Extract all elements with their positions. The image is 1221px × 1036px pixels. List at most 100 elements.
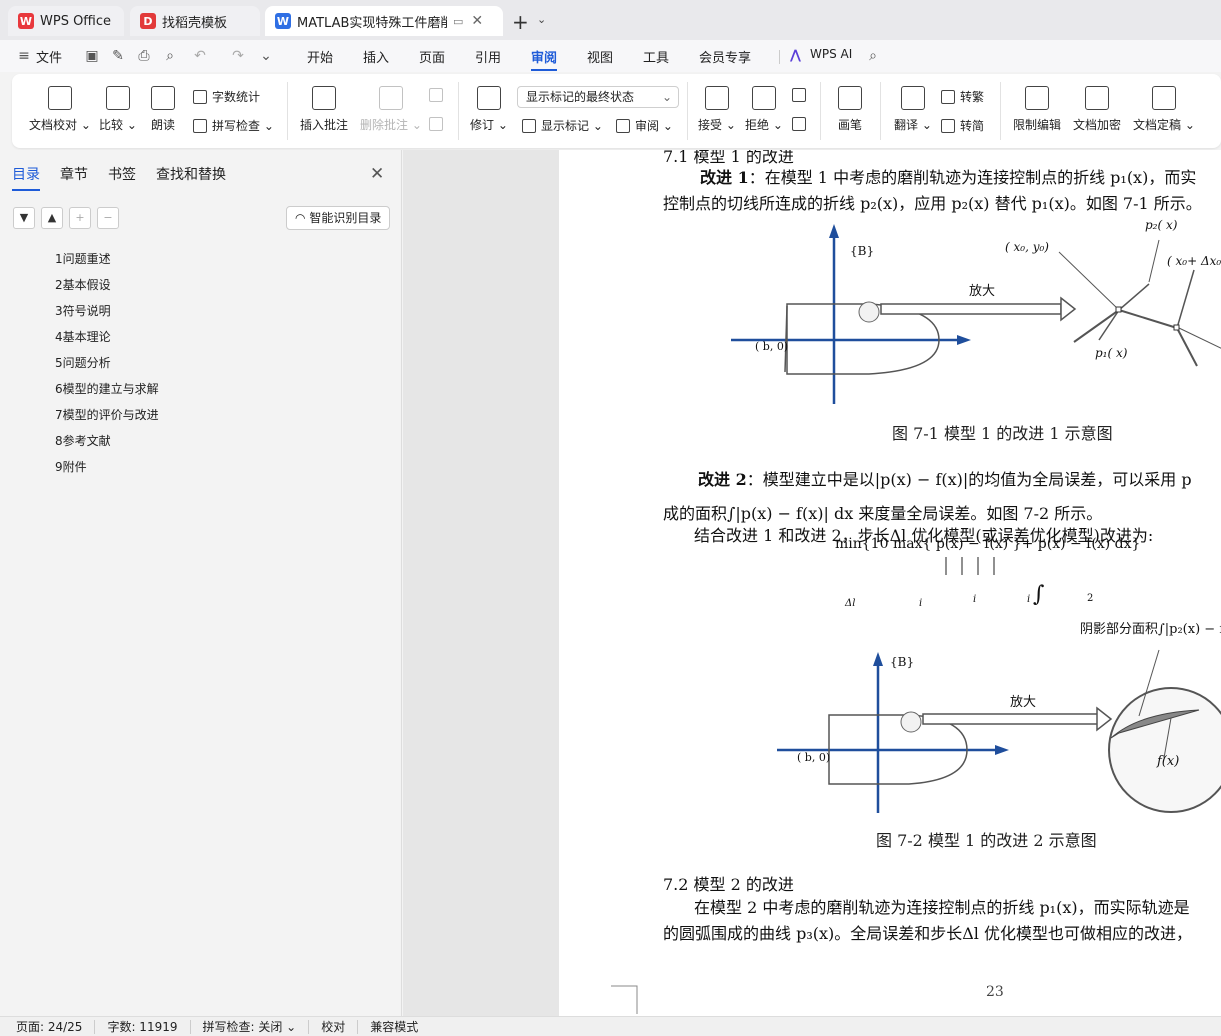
hamburger-icon[interactable]: ≡: [16, 48, 32, 64]
menu-page[interactable]: 页面: [419, 47, 445, 66]
menu-tools[interactable]: 工具: [643, 47, 669, 66]
delete-comment-icon: [378, 86, 403, 110]
next-change-button[interactable]: [792, 117, 811, 131]
previous-change-icon: [792, 88, 806, 102]
tab-wps-office[interactable]: W WPS Office: [8, 6, 124, 36]
to-traditional-button[interactable]: 转繁: [941, 88, 984, 105]
new-tab-button[interactable]: +: [512, 10, 529, 34]
read-aloud-label: 朗读: [151, 118, 176, 132]
show-markup-button[interactable]: 显示标记 ⌄: [522, 117, 603, 134]
status-proofread[interactable]: 校对: [309, 1019, 359, 1034]
read-aloud-button[interactable]: 朗读: [151, 86, 175, 133]
spell-check-button[interactable]: 拼写检查 ⌄: [193, 117, 274, 134]
tab-document[interactable]: W MATLAB实现特殊工件磨削加 ▭ ✕: [265, 6, 503, 36]
translate-icon: [900, 86, 925, 110]
menu-member[interactable]: 会员专享: [699, 47, 751, 66]
pen-button[interactable]: 画笔: [838, 86, 862, 133]
status-spell-check[interactable]: 拼写检查: 关闭 ⌄: [191, 1019, 310, 1034]
figure-label: 放大: [1010, 695, 1037, 710]
word-count-label: 字数统计: [212, 90, 261, 104]
menu-insert[interactable]: 插入: [363, 47, 389, 66]
toc-item[interactable]: 2基本假设: [55, 276, 159, 302]
track-changes-label: 修订: [470, 118, 495, 132]
next-comment-button[interactable]: [429, 117, 448, 131]
undo-icon[interactable]: ↶: [192, 48, 208, 64]
status-compat-mode: 兼容模式: [370, 1019, 419, 1034]
tab-list-chevron-icon[interactable]: ⌄: [537, 13, 546, 26]
format-painter-icon[interactable]: ✎: [110, 48, 126, 64]
toc-item[interactable]: 7模型的评价与改进: [55, 406, 159, 432]
compare-button[interactable]: 比较 ⌄: [99, 86, 137, 133]
previous-comment-button[interactable]: [429, 88, 448, 102]
status-page[interactable]: 页面: 24/25: [0, 1019, 96, 1034]
review-pane-button[interactable]: 审阅 ⌄: [616, 117, 673, 134]
menu-reference[interactable]: 引用: [475, 47, 501, 66]
toc-item[interactable]: 6模型的建立与求解: [55, 380, 159, 406]
close-icon[interactable]: ✕: [471, 13, 483, 29]
tab-find-replace[interactable]: 查找和替换: [156, 164, 226, 191]
page-corner-mark: [611, 985, 638, 1014]
collapse-all-button[interactable]: ▼: [13, 207, 35, 229]
document-canvas[interactable]: 7.1 模型 1 的改进 改进 1：在模型 1 中考虑的磨削轨迹为连接控制点的折…: [403, 150, 1221, 1016]
encrypt-button[interactable]: 文档加密: [1073, 86, 1121, 133]
menu-view[interactable]: 视图: [587, 47, 613, 66]
tab-toc[interactable]: 目录: [12, 164, 40, 191]
previous-change-button[interactable]: [792, 88, 811, 102]
markup-state-select[interactable]: 显示标记的最终状态 ⌄: [517, 86, 679, 108]
tab-bookmarks[interactable]: 书签: [108, 164, 136, 191]
review-pane-icon: [616, 118, 630, 133]
smart-toc-button[interactable]: ◠ 智能识别目录: [286, 206, 391, 230]
to-traditional-label: 转繁: [960, 90, 985, 104]
track-changes-icon: [476, 86, 501, 110]
expand-up-button[interactable]: ▲: [41, 207, 63, 229]
bold-run: 改进 1: [700, 168, 749, 187]
encrypt-label: 文档加密: [1073, 118, 1122, 132]
tab-sections[interactable]: 章节: [60, 164, 88, 191]
search-icon[interactable]: ⌕: [865, 48, 881, 64]
accept-button[interactable]: 接受 ⌄: [698, 86, 736, 133]
toc-item[interactable]: 9附件: [55, 458, 159, 484]
restrict-editing-button[interactable]: 限制编辑: [1013, 86, 1061, 133]
redo-icon[interactable]: ↷: [230, 48, 246, 64]
close-pane-icon[interactable]: ✕: [370, 164, 384, 184]
more-chevron-icon[interactable]: ⌄: [258, 48, 274, 64]
toc-item[interactable]: 4基本理论: [55, 328, 159, 354]
reject-label: 拒绝: [745, 118, 770, 132]
delete-comment-button[interactable]: 删除批注 ⌄: [360, 86, 422, 133]
insert-comment-button[interactable]: 插入批注: [300, 86, 348, 133]
add-heading-button[interactable]: +: [69, 207, 91, 229]
word-count-button[interactable]: 字数统计: [193, 88, 260, 105]
ribbon-separator: [820, 82, 821, 140]
to-simplified-button[interactable]: 转简: [941, 117, 984, 134]
status-spell-label: 拼写检查: 关闭: [202, 1019, 283, 1034]
figure-label: ( b, 0): [797, 751, 831, 764]
toc-item[interactable]: 8参考文献: [55, 432, 159, 458]
print-preview-icon[interactable]: ⌕: [162, 48, 178, 64]
translate-button[interactable]: 翻译 ⌄: [894, 86, 932, 133]
menu-wps-ai[interactable]: WPS AI: [810, 47, 852, 61]
finalize-button[interactable]: 文档定稿 ⌄: [1133, 86, 1195, 133]
toc-item[interactable]: 3符号说明: [55, 302, 159, 328]
tab-label: WPS Office: [40, 13, 112, 29]
menu-file[interactable]: 文件: [36, 47, 62, 66]
figure-label: p₂( x): [1145, 218, 1178, 232]
tab-docer[interactable]: D 找稻壳模板: [130, 6, 260, 36]
track-changes-button[interactable]: 修订 ⌄: [470, 86, 508, 133]
toc-item[interactable]: 1问题重述: [55, 250, 159, 276]
menu-review[interactable]: 审阅: [531, 47, 558, 71]
ribbon-separator: [880, 82, 881, 140]
status-word-count[interactable]: 字数: 11919: [95, 1019, 191, 1034]
page-number: 23: [986, 984, 1004, 1000]
to-traditional-icon: [941, 89, 955, 104]
print-icon[interactable]: ⎙: [136, 48, 152, 64]
formula-subscript: Δl: [845, 598, 856, 609]
reject-button[interactable]: 拒绝 ⌄: [745, 86, 783, 133]
toc-list: 1问题重述 2基本假设 3符号说明 4基本理论 5问题分析 6模型的建立与求解 …: [55, 250, 159, 484]
document-page[interactable]: 7.1 模型 1 的改进 改进 1：在模型 1 中考虑的磨削轨迹为连接控制点的折…: [559, 150, 1221, 1016]
toc-item[interactable]: 5问题分析: [55, 354, 159, 380]
save-icon[interactable]: ▣: [84, 48, 100, 64]
restrict-editing-label: 限制编辑: [1013, 118, 1062, 132]
menu-home[interactable]: 开始: [307, 47, 333, 66]
remove-heading-button[interactable]: −: [97, 207, 119, 229]
doc-check-button[interactable]: 文档校对 ⌄: [29, 86, 91, 133]
